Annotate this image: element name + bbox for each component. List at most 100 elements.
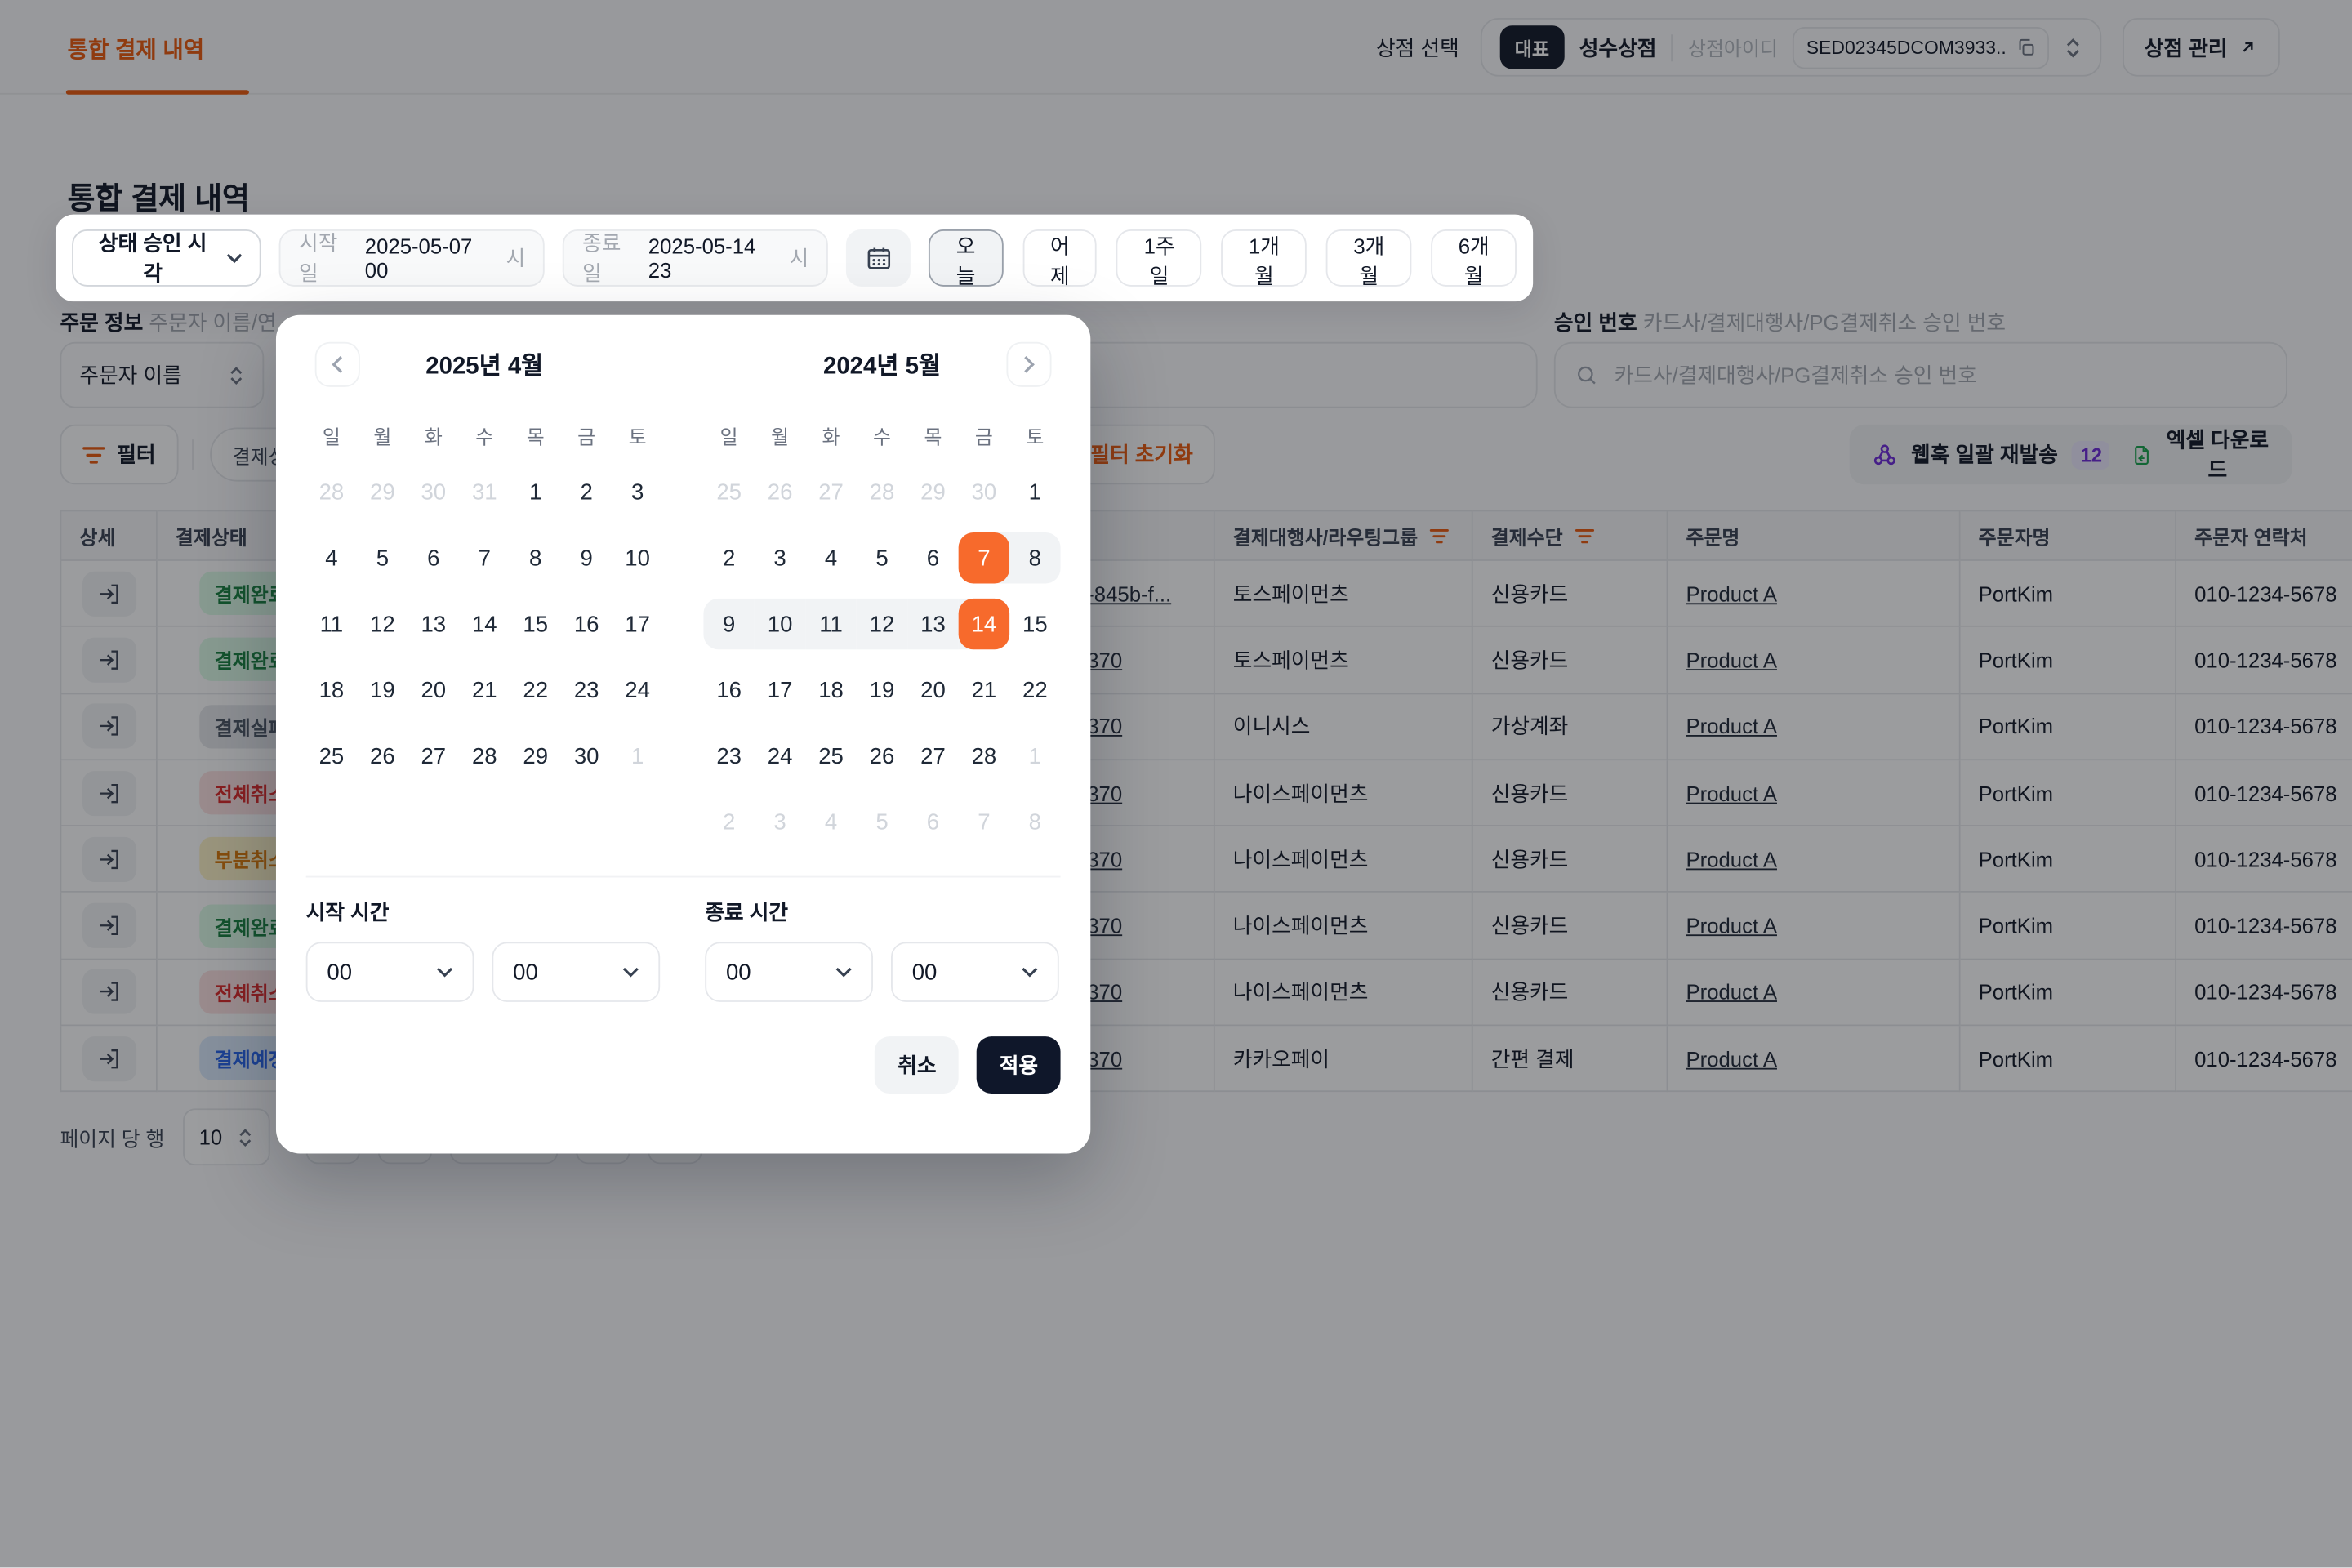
day-cell[interactable]: 3: [755, 789, 805, 855]
day-cell[interactable]: 26: [857, 723, 907, 789]
chevron-down-icon: [436, 966, 452, 978]
day-cell[interactable]: 1: [1009, 723, 1060, 789]
day-cell[interactable]: 2: [703, 525, 754, 591]
day-cell[interactable]: 31: [459, 459, 510, 525]
day-cell[interactable]: 25: [306, 723, 357, 789]
day-cell[interactable]: 2: [703, 789, 754, 855]
quick-range-어제[interactable]: 어제: [1022, 229, 1097, 287]
day-cell[interactable]: 6: [408, 525, 459, 591]
day-cell[interactable]: 9: [561, 525, 612, 591]
day-cell[interactable]: 24: [755, 723, 805, 789]
day-cell[interactable]: 13: [408, 591, 459, 657]
day-cell[interactable]: 29: [907, 459, 958, 525]
day-cell[interactable]: 29: [510, 723, 560, 789]
day-cell[interactable]: 4: [805, 789, 856, 855]
day-cell[interactable]: 20: [408, 657, 459, 723]
quick-range-6개월[interactable]: 6개월: [1431, 229, 1516, 287]
day-cell[interactable]: 5: [357, 525, 408, 591]
cancel-button[interactable]: 취소: [875, 1036, 959, 1094]
end-minute-select[interactable]: 00: [891, 942, 1059, 1001]
day-cell[interactable]: 5: [857, 789, 907, 855]
day-cell[interactable]: 19: [357, 657, 408, 723]
day-cell[interactable]: 24: [612, 657, 662, 723]
day-cell[interactable]: 26: [755, 459, 805, 525]
quick-range-1개월[interactable]: 1개월: [1222, 229, 1307, 287]
weekday-row: 일월화수목금토: [306, 420, 663, 450]
filter-bar: 상태 승인 시각 시작일 2025-05-07 00 시 종료일 2025-05…: [56, 215, 1533, 302]
day-cell[interactable]: 30: [408, 459, 459, 525]
day-cell[interactable]: 21: [959, 657, 1009, 723]
day-cell[interactable]: 27: [408, 723, 459, 789]
day-cell[interactable]: 27: [907, 723, 958, 789]
day-cell[interactable]: 7: [459, 525, 510, 591]
weekday-label: 일: [306, 420, 357, 450]
day-cell[interactable]: 25: [805, 723, 856, 789]
day-cell[interactable]: 10: [612, 525, 662, 591]
day-cell[interactable]: 11: [306, 591, 357, 657]
apply-button[interactable]: 적용: [977, 1036, 1060, 1094]
day-cell[interactable]: 22: [1009, 657, 1060, 723]
day-cell[interactable]: 28: [459, 723, 510, 789]
day-cell[interactable]: 7: [959, 789, 1009, 855]
chevron-down-icon: [622, 966, 639, 978]
day-cell[interactable]: 6: [907, 789, 958, 855]
day-cell[interactable]: 22: [510, 657, 560, 723]
quick-range-3개월[interactable]: 3개월: [1326, 229, 1411, 287]
day-cell[interactable]: 21: [459, 657, 510, 723]
end-date-input[interactable]: 종료일 2025-05-14 23 시: [563, 229, 828, 287]
time-type-select[interactable]: 상태 승인 시각: [72, 229, 261, 287]
day-cell[interactable]: 30: [959, 459, 1009, 525]
day-cell[interactable]: 1: [510, 459, 560, 525]
start-minute-select[interactable]: 00: [492, 942, 660, 1001]
day-cell[interactable]: 23: [703, 723, 754, 789]
day-cell[interactable]: 13: [907, 591, 958, 657]
day-cell[interactable]: 15: [1009, 591, 1060, 657]
day-cell[interactable]: 8: [510, 525, 560, 591]
day-cell[interactable]: 8: [1009, 789, 1060, 855]
day-cell[interactable]: 9: [703, 591, 754, 657]
day-cell[interactable]: 3: [612, 459, 662, 525]
day-cell[interactable]: 4: [306, 525, 357, 591]
day-cell[interactable]: 25: [703, 459, 754, 525]
day-cell[interactable]: 1: [1009, 459, 1060, 525]
day-cell[interactable]: 15: [510, 591, 560, 657]
day-cell[interactable]: 27: [805, 459, 856, 525]
day-cell[interactable]: 18: [306, 657, 357, 723]
day-cell-selected[interactable]: 7: [959, 525, 1009, 591]
day-cell[interactable]: 8: [1009, 525, 1060, 591]
day-cell[interactable]: 10: [755, 591, 805, 657]
quick-range-오늘[interactable]: 오늘: [929, 229, 1003, 287]
day-cell[interactable]: 1: [612, 723, 662, 789]
day-cell[interactable]: 16: [703, 657, 754, 723]
day-cell[interactable]: 16: [561, 591, 612, 657]
day-cell[interactable]: 12: [857, 591, 907, 657]
day-cell[interactable]: 17: [612, 591, 662, 657]
day-cell[interactable]: 2: [561, 459, 612, 525]
calendar-left: 2025년 4월 일월화수목금토 28293031123456789101112…: [306, 348, 663, 789]
day-cell[interactable]: 26: [357, 723, 408, 789]
day-cell[interactable]: 5: [857, 525, 907, 591]
calendar-icon-button[interactable]: [846, 229, 911, 287]
day-cell-selected[interactable]: 14: [959, 591, 1009, 657]
weekday-label: 월: [357, 420, 408, 450]
day-cell[interactable]: 19: [857, 657, 907, 723]
day-cell[interactable]: 30: [561, 723, 612, 789]
end-hour-select[interactable]: 00: [705, 942, 873, 1001]
quick-range-1주일[interactable]: 1주일: [1116, 229, 1201, 287]
day-cell[interactable]: 29: [357, 459, 408, 525]
day-cell[interactable]: 4: [805, 525, 856, 591]
day-cell[interactable]: 14: [459, 591, 510, 657]
start-hour-select[interactable]: 00: [306, 942, 474, 1001]
day-cell[interactable]: 20: [907, 657, 958, 723]
day-cell[interactable]: 23: [561, 657, 612, 723]
day-cell[interactable]: 3: [755, 525, 805, 591]
day-cell[interactable]: 17: [755, 657, 805, 723]
day-cell[interactable]: 12: [357, 591, 408, 657]
day-cell[interactable]: 28: [306, 459, 357, 525]
day-cell[interactable]: 28: [959, 723, 1009, 789]
day-cell[interactable]: 6: [907, 525, 958, 591]
day-cell[interactable]: 11: [805, 591, 856, 657]
day-cell[interactable]: 18: [805, 657, 856, 723]
day-cell[interactable]: 28: [857, 459, 907, 525]
start-date-input[interactable]: 시작일 2025-05-07 00 시: [279, 229, 545, 287]
